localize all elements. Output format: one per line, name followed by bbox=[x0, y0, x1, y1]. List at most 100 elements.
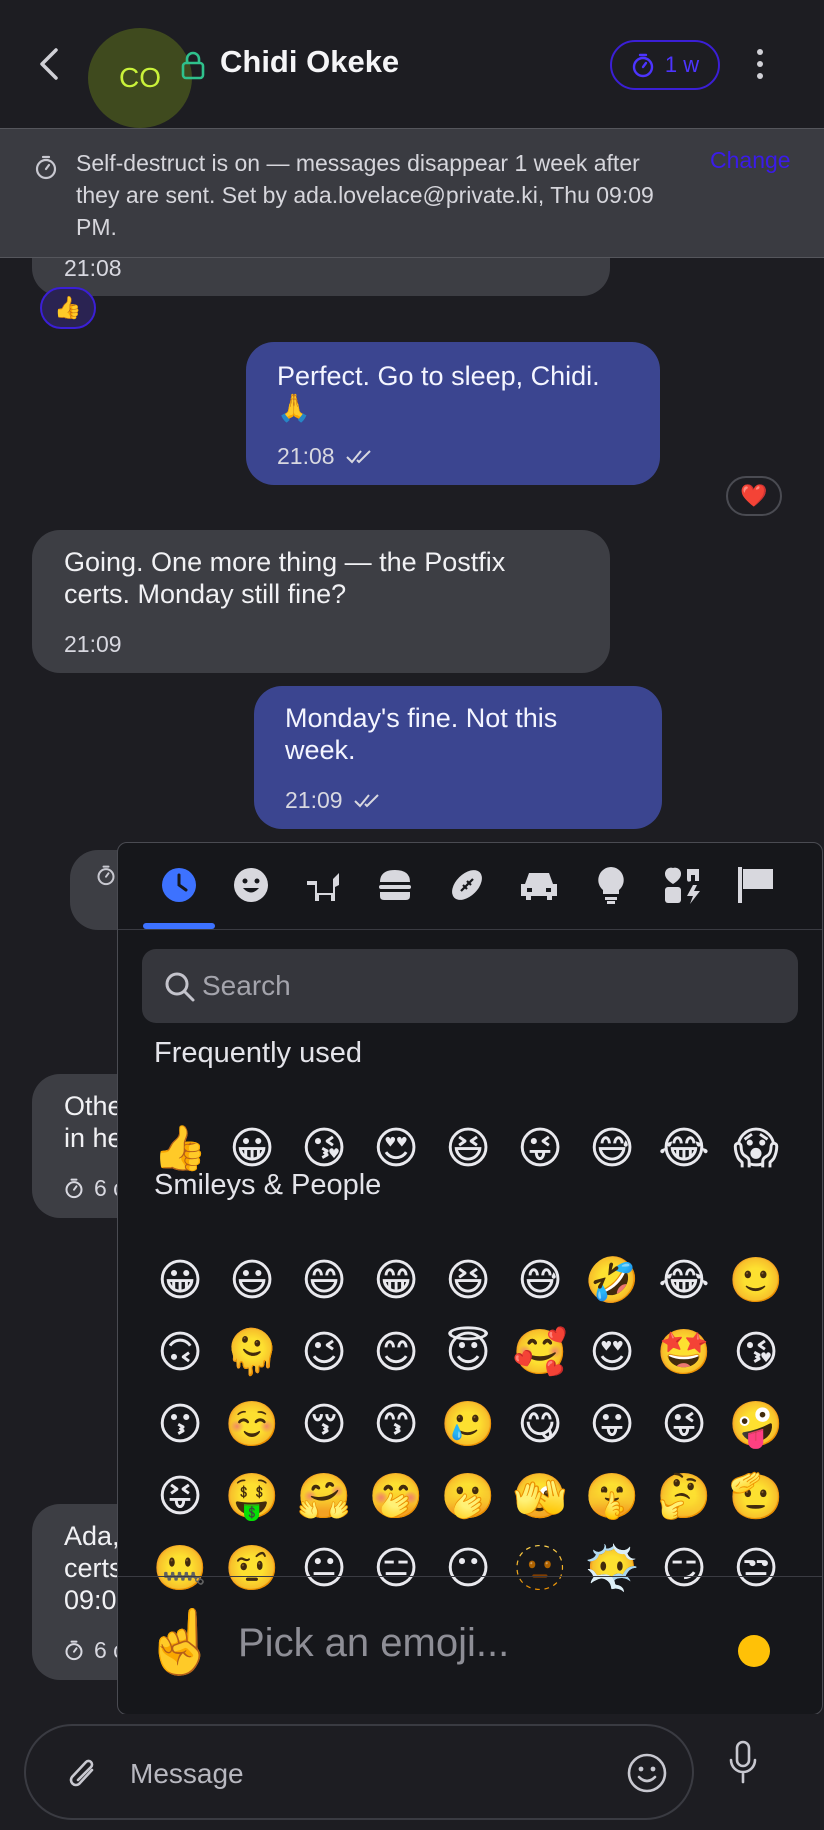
emoji-button[interactable]: 😘 bbox=[720, 1322, 792, 1384]
emoji-button[interactable]: 😂 bbox=[648, 1250, 720, 1312]
emoji-button[interactable]: 😄 bbox=[288, 1250, 360, 1312]
emoji-button[interactable]: ☺️ bbox=[216, 1394, 288, 1456]
emoji-search-field[interactable] bbox=[142, 949, 798, 1023]
message-bubble-outgoing[interactable]: Monday's fine. Not this week. 21:09 bbox=[254, 686, 662, 829]
lightbulb-icon bbox=[598, 867, 624, 904]
emoji-button[interactable]: 😅 bbox=[576, 1118, 648, 1180]
emoji-button[interactable]: 🥲 bbox=[432, 1394, 504, 1456]
emoji-button[interactable]: 😆 bbox=[432, 1118, 504, 1180]
emoji-button[interactable]: 🙃 bbox=[144, 1322, 216, 1384]
smileys-emoji-row: 😝 🤑 🤗 🤭 🫢 🫣 🤫 🤔 🫡 bbox=[144, 1466, 804, 1528]
emoji-button[interactable]: 🤩 bbox=[648, 1322, 720, 1384]
self-destruct-banner: Self-destruct is on — messages disappear… bbox=[0, 128, 824, 258]
change-link[interactable]: Change bbox=[710, 147, 791, 174]
message-text: Perfect. Go to sleep, Chidi. 🙏 bbox=[277, 361, 600, 423]
composer-field[interactable] bbox=[24, 1724, 694, 1820]
message-text-line2: in he bbox=[64, 1123, 123, 1153]
tab-activities[interactable] bbox=[447, 865, 487, 905]
flag-icon bbox=[738, 867, 773, 903]
emoji-button[interactable]: 😋 bbox=[504, 1394, 576, 1456]
avatar[interactable]: CO bbox=[88, 28, 192, 128]
emoji-button[interactable]: 🤑 bbox=[216, 1466, 288, 1528]
emoji-category-bar bbox=[118, 843, 822, 930]
back-arrow-icon[interactable] bbox=[34, 44, 64, 84]
emoji-preview-bar: ☝️ Pick an emoji... bbox=[118, 1576, 822, 1714]
read-receipt-icon bbox=[353, 794, 379, 808]
timer-icon bbox=[97, 865, 115, 886]
emoji-button[interactable]: 🫠 bbox=[216, 1322, 288, 1384]
reaction-heart[interactable]: ❤️ bbox=[726, 476, 782, 516]
emoji-button[interactable]: 😜 bbox=[504, 1118, 576, 1180]
timer-label: 1 w bbox=[664, 52, 700, 77]
skin-tone-selector[interactable] bbox=[738, 1635, 770, 1667]
emoji-button[interactable]: 🤪 bbox=[720, 1394, 792, 1456]
tab-travel[interactable] bbox=[519, 865, 559, 905]
emoji-button[interactable]: 😛 bbox=[576, 1394, 648, 1456]
emoji-button[interactable]: 😍 bbox=[576, 1322, 648, 1384]
emoji-button[interactable]: 😀 bbox=[144, 1250, 216, 1312]
emoji-toggle-icon[interactable] bbox=[626, 1752, 668, 1794]
emoji-button[interactable]: 🤣 bbox=[576, 1250, 648, 1312]
tab-animals[interactable] bbox=[303, 865, 343, 905]
emoji-button[interactable]: 😊 bbox=[360, 1322, 432, 1384]
emoji-button[interactable]: 🤔 bbox=[648, 1466, 720, 1528]
emoji-button[interactable]: 😂 bbox=[648, 1118, 720, 1180]
emoji-button[interactable]: 😱 bbox=[720, 1118, 792, 1180]
timer-icon bbox=[65, 1178, 83, 1199]
message-text: Ada, bbox=[64, 1521, 120, 1551]
timer-icon bbox=[35, 155, 57, 180]
emoji-button[interactable]: 🤭 bbox=[360, 1466, 432, 1528]
emoji-button[interactable]: 🫡 bbox=[720, 1466, 792, 1528]
emoji-button[interactable]: 😜 bbox=[648, 1394, 720, 1456]
emoji-button[interactable]: 😉 bbox=[288, 1322, 360, 1384]
page-title[interactable]: Chidi Okeke bbox=[220, 44, 399, 80]
emoji-button[interactable]: 😃 bbox=[216, 1250, 288, 1312]
emoji-button[interactable]: 😅 bbox=[504, 1250, 576, 1312]
football-icon bbox=[452, 870, 482, 900]
smileys-people-label: Smileys & People bbox=[154, 1169, 382, 1201]
emoji-button[interactable]: 🫣 bbox=[504, 1466, 576, 1528]
emoji-picker: Frequently used 👍 😀 😘 😍 😆 😜 😅 😂 😱 Smiley… bbox=[117, 842, 823, 1715]
message-time: 21:09 bbox=[285, 784, 381, 816]
tab-symbols[interactable] bbox=[663, 865, 703, 905]
tab-flags[interactable] bbox=[735, 865, 775, 905]
emoji-button[interactable]: 🤗 bbox=[288, 1466, 360, 1528]
emoji-button[interactable]: 😗 bbox=[144, 1394, 216, 1456]
emoji-button[interactable]: 😇 bbox=[432, 1322, 504, 1384]
message-bubble-outgoing[interactable]: Perfect. Go to sleep, Chidi. 🙏 21:08 bbox=[246, 342, 660, 485]
message-bubble-incoming[interactable]: Going. One more thing — the Postfix cert… bbox=[32, 530, 610, 673]
emoji-button[interactable]: 😆 bbox=[432, 1250, 504, 1312]
emoji-button[interactable]: 🤫 bbox=[576, 1466, 648, 1528]
smiley-icon bbox=[234, 868, 268, 902]
message-text-line3: 09:0 bbox=[64, 1585, 117, 1615]
tab-smileys[interactable] bbox=[231, 865, 271, 905]
smileys-emoji-row: 🙃 🫠 😉 😊 😇 🥰 😍 🤩 😘 bbox=[144, 1322, 804, 1384]
frequently-used-label: Frequently used bbox=[154, 1037, 362, 1069]
reaction-thumbs-up[interactable]: 👍 bbox=[40, 287, 96, 329]
emoji-button[interactable]: 🫢 bbox=[432, 1466, 504, 1528]
smileys-emoji-row: 😀 😃 😄 😁 😆 😅 🤣 😂 🙂 bbox=[144, 1250, 804, 1312]
emoji-button[interactable]: 😙 bbox=[360, 1394, 432, 1456]
message-text-line2: certs bbox=[64, 1553, 123, 1583]
microphone-icon[interactable] bbox=[728, 1740, 758, 1784]
message-meta: 6 c bbox=[64, 1172, 125, 1204]
emoji-button[interactable]: 😝 bbox=[144, 1466, 216, 1528]
emoji-button[interactable]: 🥰 bbox=[504, 1322, 576, 1384]
emoji-button[interactable]: 🙂 bbox=[720, 1250, 792, 1312]
tab-food[interactable] bbox=[375, 865, 415, 905]
more-options-icon[interactable] bbox=[750, 44, 770, 84]
emoji-search-input[interactable] bbox=[202, 963, 762, 1009]
message-time: 21:09 bbox=[64, 631, 122, 657]
self-destruct-timer-button[interactable]: 1 w bbox=[610, 40, 720, 90]
burger-icon bbox=[379, 870, 411, 900]
chat-header: CO Chidi Okeke 1 w bbox=[0, 0, 824, 128]
clock-icon bbox=[162, 868, 196, 902]
tab-objects[interactable] bbox=[591, 865, 631, 905]
emoji-button[interactable]: 😁 bbox=[360, 1250, 432, 1312]
tab-recent[interactable] bbox=[159, 865, 199, 905]
message-input[interactable] bbox=[130, 1752, 630, 1796]
paperclip-icon[interactable] bbox=[66, 1754, 100, 1794]
smileys-emoji-row: 😗 ☺️ 😚 😙 🥲 😋 😛 😜 🤪 bbox=[144, 1394, 804, 1456]
emoji-button[interactable]: 😚 bbox=[288, 1394, 360, 1456]
symbols-icon bbox=[664, 867, 700, 904]
